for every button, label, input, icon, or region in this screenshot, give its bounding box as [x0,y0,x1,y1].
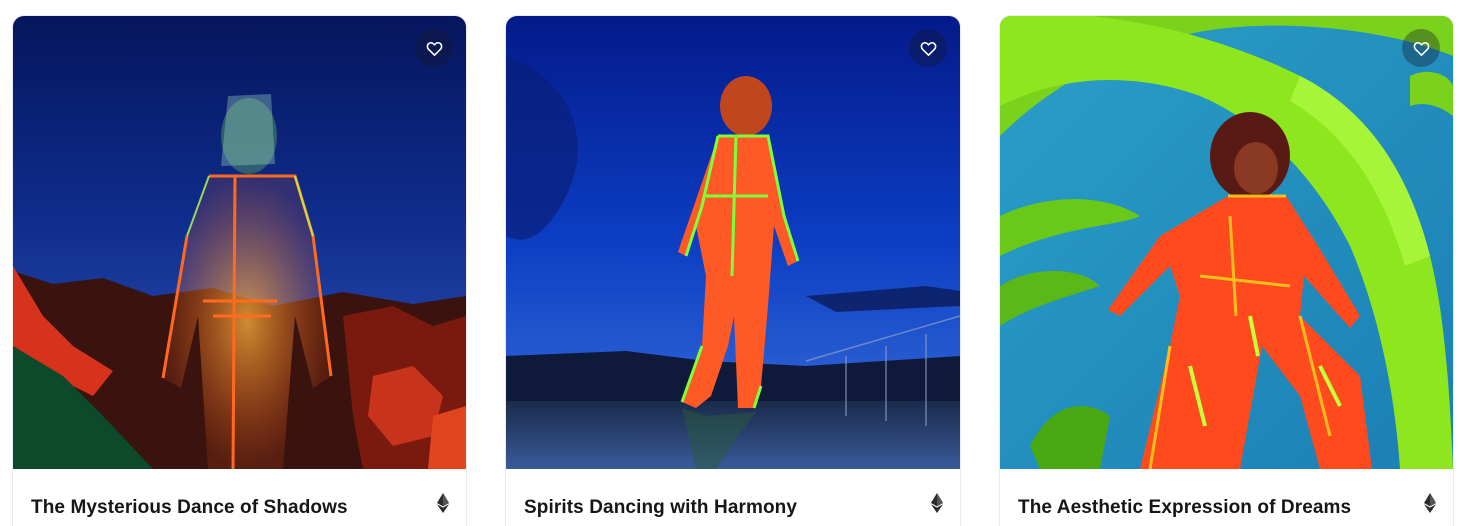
favorite-button[interactable] [909,29,947,67]
favorite-button[interactable] [1402,29,1440,67]
card-info: Spirits Dancing with Harmony [506,469,960,526]
ethereum-icon [931,493,943,513]
artwork-image[interactable] [506,16,960,469]
card-info: The Aesthetic Expression of Dreams [1000,469,1453,526]
nft-card[interactable]: The Mysterious Dance of Shadows [13,16,466,526]
nft-card[interactable]: The Aesthetic Expression of Dreams [1000,16,1453,526]
heart-outline-icon [920,41,936,56]
ethereum-icon [1424,493,1436,513]
artwork-image[interactable] [1000,16,1453,469]
card-info: The Mysterious Dance of Shadows [13,469,466,526]
nft-card[interactable]: Spirits Dancing with Harmony [506,16,960,526]
nft-title[interactable]: The Aesthetic Expression of Dreams [1018,497,1351,519]
ethereum-icon [437,493,449,513]
nft-title[interactable]: The Mysterious Dance of Shadows [31,497,348,519]
heart-outline-icon [426,41,442,56]
favorite-button[interactable] [415,29,453,67]
nft-title[interactable]: Spirits Dancing with Harmony [524,497,797,519]
artwork-image[interactable] [13,16,466,469]
heart-outline-icon [1413,41,1429,56]
nft-card-grid: The Mysterious Dance of Shadows Spirits … [0,0,1465,526]
